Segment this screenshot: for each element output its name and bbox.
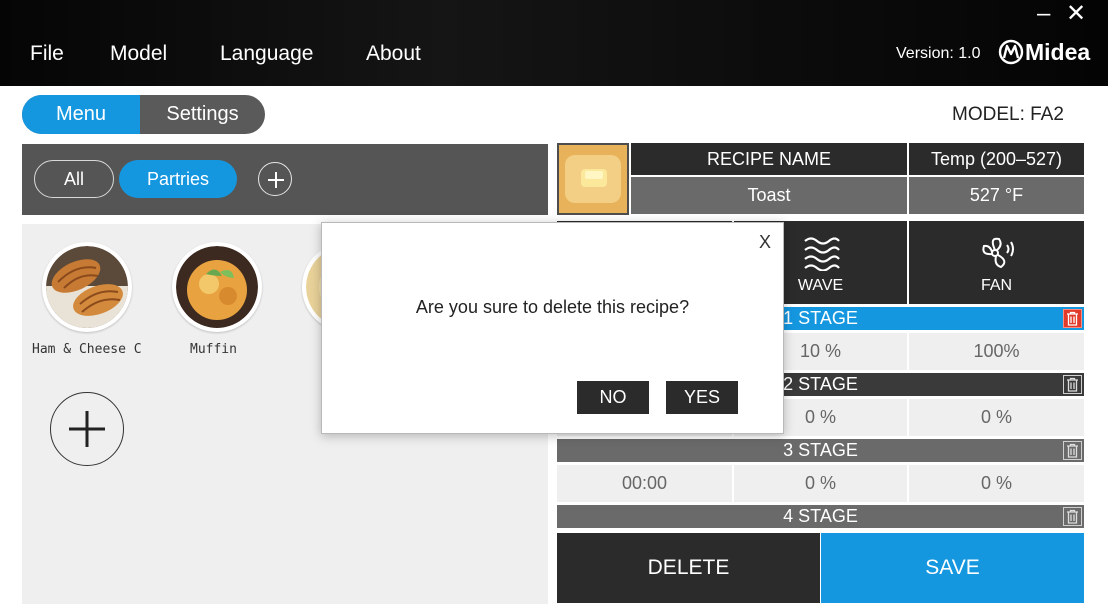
- dialog-close-button[interactable]: X: [759, 232, 771, 253]
- trash-icon: [1067, 377, 1078, 392]
- temp-field[interactable]: 527 °F: [909, 177, 1084, 214]
- recipe-card[interactable]: Muffin: [152, 242, 262, 372]
- menu-model[interactable]: Model: [110, 41, 167, 67]
- menu-language[interactable]: Language: [220, 41, 313, 67]
- croissant-image: [46, 246, 128, 328]
- stage-label: 1 STAGE: [783, 308, 858, 328]
- minimize-button[interactable]: –: [1037, 2, 1050, 26]
- recipe-thumbnail: [172, 242, 262, 332]
- delete-stage-button[interactable]: [1063, 375, 1082, 394]
- toast-image: [559, 145, 627, 213]
- dialog-yes-button[interactable]: YES: [666, 381, 738, 414]
- version-label: Version: 1.0: [896, 45, 981, 62]
- stage-3-wave[interactable]: 0 %: [734, 465, 907, 502]
- stage-3-time[interactable]: 00:00: [557, 465, 732, 502]
- muffin-image: [176, 246, 258, 328]
- dialog-no-button[interactable]: NO: [577, 381, 649, 414]
- recipe-name: Muffin: [190, 342, 237, 357]
- menu-about[interactable]: About: [366, 41, 421, 67]
- menu-file[interactable]: File: [30, 41, 64, 67]
- recipe-card[interactable]: Ham & Cheese C: [22, 242, 142, 372]
- trash-icon: [1067, 509, 1078, 524]
- category-partries-chip[interactable]: Partries: [119, 160, 237, 198]
- trash-icon: [1067, 311, 1078, 326]
- category-bar: All Partries: [22, 144, 548, 215]
- stage-label: 4 STAGE: [783, 506, 858, 526]
- delete-stage-button[interactable]: [1063, 309, 1082, 328]
- delete-stage-button[interactable]: [1063, 507, 1082, 526]
- stage-3-fan[interactable]: 0 %: [909, 465, 1084, 502]
- view-toggle: Menu Settings: [22, 95, 265, 134]
- recipe-image[interactable]: [557, 143, 629, 215]
- close-button[interactable]: ✕: [1066, 2, 1086, 26]
- recipe-thumbnail: [42, 242, 132, 332]
- settings-tab[interactable]: Settings: [140, 95, 265, 134]
- add-category-button[interactable]: [258, 162, 292, 196]
- recipe-name-field[interactable]: Toast: [631, 177, 907, 214]
- recipe-name-label: RECIPE NAME: [631, 143, 907, 175]
- model-label: MODEL: FA2: [952, 104, 1064, 125]
- delete-confirm-dialog: X Are you sure to delete this recipe? NO…: [321, 222, 784, 434]
- add-recipe-button[interactable]: [50, 392, 124, 466]
- stage-1-fan[interactable]: 100%: [909, 333, 1084, 370]
- temp-label: Temp (200–527): [909, 143, 1084, 175]
- stage-3-bar[interactable]: 3 STAGE: [557, 439, 1084, 462]
- app-window: File Model Language About – ✕ Version: 1…: [0, 0, 1108, 607]
- category-all-chip[interactable]: All: [34, 160, 114, 198]
- delete-stage-button[interactable]: [1063, 441, 1082, 460]
- stage-label: 3 STAGE: [783, 440, 858, 460]
- brand-name: Midea: [1025, 38, 1091, 65]
- plus-icon: [69, 411, 105, 447]
- wave-icon: [803, 237, 840, 271]
- trash-icon: [1067, 443, 1078, 458]
- recipe-name: Ham & Cheese C: [32, 342, 142, 357]
- fan-mode-cell: FAN: [909, 221, 1084, 304]
- plus-icon: [268, 172, 284, 188]
- save-button[interactable]: SAVE: [821, 533, 1084, 603]
- fan-icon: [981, 237, 1014, 269]
- midea-logo-icon: [998, 39, 1024, 65]
- fan-label: FAN: [980, 277, 1013, 294]
- title-bar: File Model Language About – ✕ Version: 1…: [0, 0, 1108, 86]
- stage-2-fan[interactable]: 0 %: [909, 399, 1084, 436]
- menu-tab[interactable]: Menu: [22, 95, 140, 134]
- delete-button[interactable]: DELETE: [557, 533, 820, 603]
- stage-label: 2 STAGE: [783, 374, 858, 394]
- stage-4-bar[interactable]: 4 STAGE: [557, 505, 1084, 528]
- brand-logo: Midea: [998, 36, 1090, 68]
- dialog-message: Are you sure to delete this recipe?: [415, 297, 690, 317]
